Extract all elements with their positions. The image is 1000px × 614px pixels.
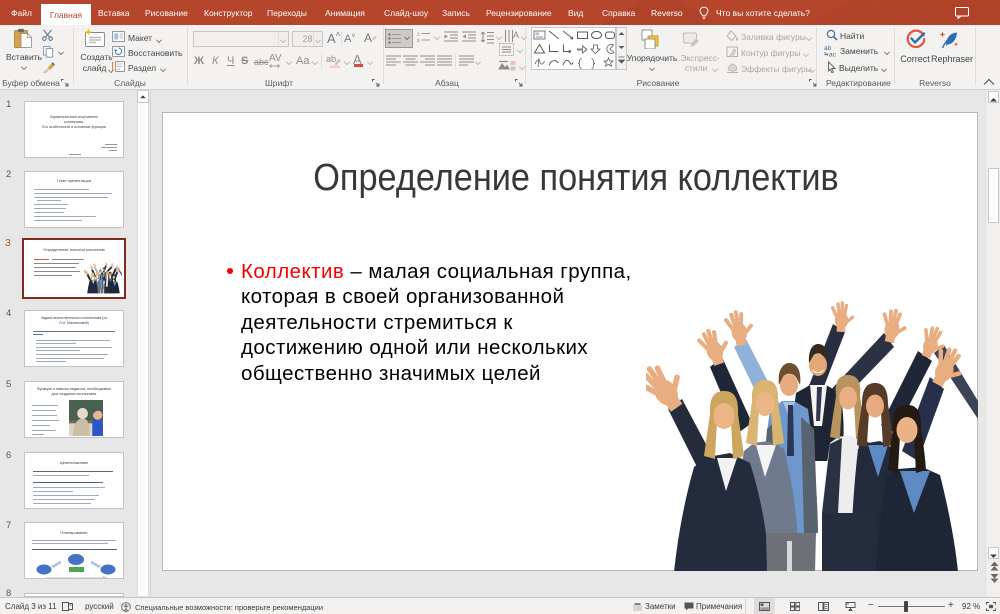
- svg-text:А: А: [513, 30, 519, 40]
- svg-text:1: 1: [417, 32, 420, 37]
- svg-text:ac: ac: [829, 52, 837, 58]
- svg-text:ab: ab: [326, 54, 336, 64]
- svg-text:А: А: [364, 31, 372, 45]
- svg-text:2: 2: [417, 38, 420, 43]
